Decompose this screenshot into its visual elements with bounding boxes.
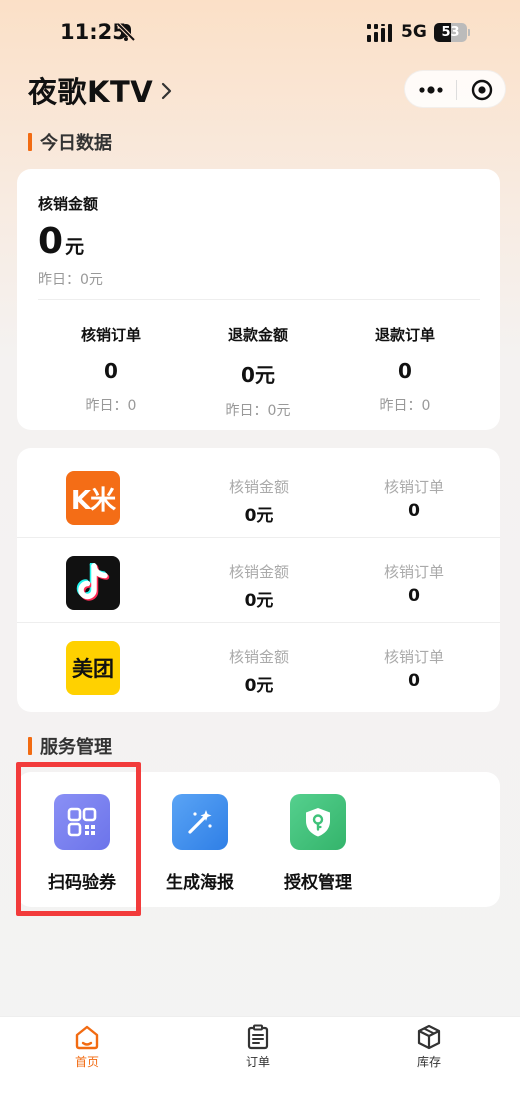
platform-orders-value: 0 <box>408 671 420 691</box>
stat-yesterday: 昨日：0元 <box>225 403 291 419</box>
authorization-button[interactable]: 授权管理 <box>263 794 373 893</box>
platform-amount-value: 0元 <box>244 506 274 526</box>
today-section-header: 今日数据 <box>28 129 112 155</box>
tab-home[interactable]: 首页 <box>37 1023 137 1070</box>
stat-writeoff-orders: 核销订单 0 昨日：0 <box>36 324 186 415</box>
platform-row-douyin[interactable]: 核销金额 0元 核销订单 0 <box>17 537 500 622</box>
home-icon <box>75 1025 99 1050</box>
platform-orders-value: 0 <box>408 586 420 606</box>
network-label: 5G <box>401 22 427 42</box>
battery-icon: 53 <box>434 23 470 42</box>
douyin-logo-icon <box>66 556 120 610</box>
platform-orders-label: 核销订单 <box>383 648 444 666</box>
platform-amount: 核销金额 0元 <box>194 561 324 611</box>
chevron-right-icon <box>162 82 172 100</box>
platform-orders-value: 0 <box>408 501 420 521</box>
page-title: 夜歌KTV <box>28 75 154 109</box>
writeoff-amount-value: 0 <box>38 221 64 262</box>
service-label: 生成海报 <box>166 873 234 893</box>
battery-level: 53 <box>441 25 460 40</box>
platform-amount-label: 核销金额 <box>228 478 289 496</box>
clipboard-icon <box>247 1024 269 1050</box>
platform-orders-label: 核销订单 <box>383 563 444 581</box>
shield-key-icon <box>290 794 346 850</box>
status-bar: 11:25 5G 53 <box>0 0 520 66</box>
meituan-logo-text: 美团 <box>72 657 114 681</box>
generate-poster-button[interactable]: 生成海报 <box>145 794 255 893</box>
stat-label: 退款金额 <box>227 326 288 344</box>
platform-amount-label: 核销金额 <box>228 563 289 581</box>
stat-yesterday: 昨日：0 <box>85 398 137 414</box>
box-icon <box>417 1024 441 1050</box>
more-dots-icon <box>418 86 443 94</box>
platform-orders: 核销订单 0 <box>349 561 479 606</box>
today-stats-card: 核销金额 0 元 昨日：0元 核销订单 0 昨日：0 退款金额 0元 昨日：0元… <box>17 169 500 430</box>
writeoff-amount: 0 元 <box>38 221 84 262</box>
tab-label: 订单 <box>245 1055 270 1069</box>
tab-orders[interactable]: 订单 <box>208 1023 308 1070</box>
stat-value: 0 <box>104 359 118 383</box>
scan-voucher-button[interactable]: 扫码验券 <box>27 794 137 893</box>
platform-row-meituan[interactable]: 美团 核销金额 0元 核销订单 0 <box>17 622 500 707</box>
platform-amount: 核销金额 0元 <box>194 476 324 526</box>
writeoff-amount-unit: 元 <box>65 236 85 258</box>
services-card: 扫码验券 生成海报 授权管理 <box>17 772 500 907</box>
mini-program-capsule <box>404 70 506 108</box>
platform-amount-label: 核销金额 <box>228 648 289 666</box>
services-section-header: 服务管理 <box>28 733 112 759</box>
platform-amount: 核销金额 0元 <box>194 646 324 696</box>
divider <box>38 299 480 300</box>
stat-label: 退款订单 <box>374 326 435 344</box>
stat-value: 0 <box>398 359 412 383</box>
services-section-title: 服务管理 <box>40 737 112 758</box>
store-title-link[interactable]: 夜歌KTV <box>28 70 173 110</box>
more-button[interactable] <box>405 71 456 109</box>
platform-orders: 核销订单 0 <box>349 476 479 521</box>
signal-icon <box>367 24 392 42</box>
stat-label: 核销订单 <box>80 326 141 344</box>
bell-muted-icon <box>116 22 136 42</box>
writeoff-amount-label: 核销金额 <box>38 195 99 213</box>
platform-orders: 核销订单 0 <box>349 646 479 691</box>
tab-label: 首页 <box>74 1055 99 1069</box>
platform-row-kmi[interactable]: K米 核销金额 0元 核销订单 0 <box>17 452 500 537</box>
platform-stats-card: K米 核销金额 0元 核销订单 0 核销金额 0元 核销订单 0 美团 核销金额… <box>17 448 500 712</box>
home-indicator <box>0 1108 520 1116</box>
service-label: 扫码验券 <box>48 873 116 893</box>
stat-refund-amount: 退款金额 0元 昨日：0元 <box>183 324 333 420</box>
platform-orders-label: 核销订单 <box>383 478 444 496</box>
kmi-logo-text: K米 <box>70 485 116 516</box>
platform-amount-value: 0元 <box>244 676 274 696</box>
stat-yesterday: 昨日：0 <box>379 398 431 414</box>
close-button[interactable] <box>457 71 507 109</box>
writeoff-amount-yesterday: 昨日：0元 <box>38 272 103 288</box>
platform-amount-value: 0元 <box>244 591 274 611</box>
stat-value: 0元 <box>241 363 275 387</box>
target-close-icon <box>471 79 493 101</box>
section-accent-bar <box>28 133 32 151</box>
bottom-tab-bar: 首页 订单 库存 <box>0 1016 520 1116</box>
section-accent-bar <box>28 737 32 755</box>
service-label: 授权管理 <box>284 873 352 893</box>
kmi-logo-icon: K米 <box>66 471 120 525</box>
stat-refund-orders: 退款订单 0 昨日：0 <box>330 324 480 415</box>
tab-inventory[interactable]: 库存 <box>379 1023 479 1070</box>
meituan-logo-icon: 美团 <box>66 641 120 695</box>
today-section-title: 今日数据 <box>40 133 112 154</box>
tab-label: 库存 <box>416 1055 441 1069</box>
qr-scan-icon <box>54 794 110 850</box>
magic-wand-icon <box>172 794 228 850</box>
